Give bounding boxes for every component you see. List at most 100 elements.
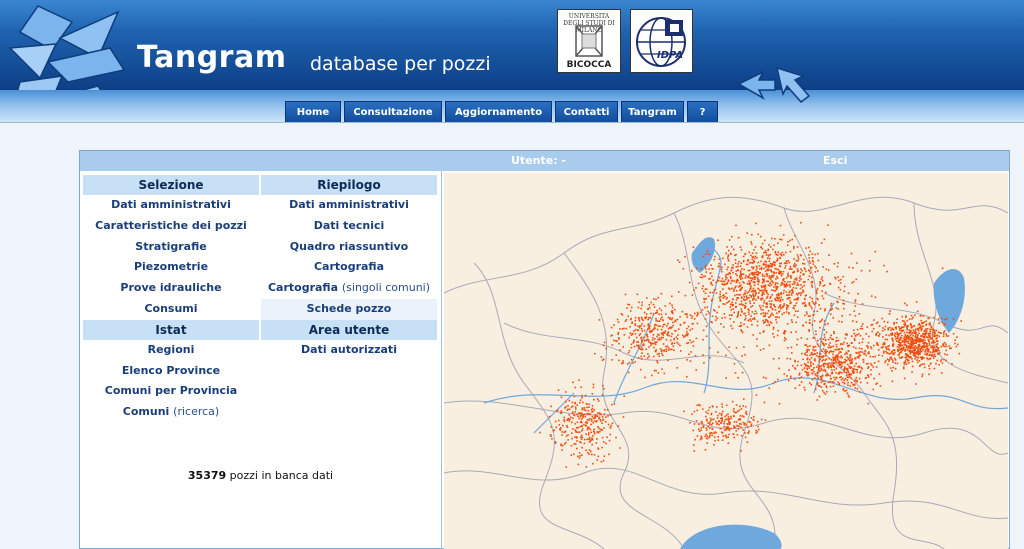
well-dot [739, 405, 741, 408]
well-dot [692, 345, 695, 347]
well-dot [646, 334, 648, 337]
nav-tangram[interactable]: Tangram [621, 101, 684, 122]
link-consumi[interactable]: Consumi [83, 299, 259, 320]
link-prove-idrauliche[interactable]: Prove idrauliche [83, 278, 259, 299]
well-dot [817, 364, 819, 367]
well-dot [926, 343, 928, 345]
link-caratteristiche-pozzi[interactable]: Caratteristiche dei pozzi [83, 216, 259, 237]
well-dot [762, 309, 764, 311]
well-dot [797, 360, 799, 363]
link-quadro-riassuntivo[interactable]: Quadro riassuntivo [261, 237, 437, 258]
well-dot [738, 425, 740, 428]
well-dot [762, 285, 765, 287]
well-dot [837, 286, 840, 289]
well-dot [913, 349, 915, 351]
well-dot [945, 333, 947, 335]
well-dot [562, 444, 564, 447]
link-stratigrafie[interactable]: Stratigrafie [83, 237, 259, 258]
well-dot [757, 261, 759, 264]
well-dot [766, 312, 769, 315]
well-dot [655, 369, 657, 372]
well-dot [655, 298, 657, 301]
link-elenco-province[interactable]: Elenco Province [83, 361, 259, 382]
nav-aggiornamento[interactable]: Aggiornamento [445, 101, 552, 122]
well-dot [858, 354, 860, 356]
well-dot [750, 241, 752, 243]
well-dot [877, 349, 880, 351]
well-dot [888, 359, 891, 361]
well-dot [872, 366, 874, 368]
well-dot [641, 330, 643, 332]
well-dot [744, 436, 747, 439]
well-dot [828, 254, 830, 256]
well-dot [932, 331, 934, 334]
link-dati-tecnici[interactable]: Dati tecnici [261, 216, 437, 237]
well-dot [706, 420, 708, 422]
well-dot [607, 409, 609, 411]
well-dot [585, 402, 588, 405]
well-dot [767, 321, 769, 323]
well-dot [663, 349, 666, 351]
well-dot [942, 335, 945, 338]
well-dot [613, 403, 616, 405]
well-dot [766, 257, 769, 259]
well-dot [744, 312, 746, 315]
link-piezometrie[interactable]: Piezometrie [83, 257, 259, 278]
link-regioni[interactable]: Regioni [83, 340, 259, 361]
well-dot [742, 405, 744, 407]
well-dot [711, 275, 713, 278]
well-dot [872, 388, 875, 391]
link-riepilogo-dati-amministrativi[interactable]: Dati amministrativi [261, 195, 437, 216]
idpa-logo[interactable]: IDPA [630, 9, 693, 73]
well-dot [739, 415, 742, 417]
well-dot [714, 255, 716, 258]
well-dot [723, 422, 725, 425]
well-dot [816, 354, 818, 357]
well-dot [774, 309, 777, 311]
well-dot [609, 427, 612, 429]
well-dot [834, 391, 837, 393]
nav-consultazione[interactable]: Consultazione [344, 101, 442, 122]
link-cartografia[interactable]: Cartografia [261, 257, 437, 278]
link-comuni-ricerca[interactable]: Comuni (ricerca) [83, 402, 259, 423]
well-dot [770, 304, 772, 306]
well-dot [898, 326, 900, 328]
university-logo[interactable]: UNIVERSITA DEGLI STUDI DI MILANO BICOCCA [557, 9, 621, 73]
nav-home[interactable]: Home [285, 101, 341, 122]
well-dot [817, 259, 820, 262]
well-dot [746, 282, 749, 285]
nav-help[interactable]: ? [687, 101, 718, 122]
well-dot [795, 264, 797, 266]
nav-contatti[interactable]: Contatti [555, 101, 618, 122]
well-dot [841, 315, 843, 317]
well-dot [592, 421, 595, 424]
well-dot [766, 280, 768, 283]
well-dot [861, 303, 864, 305]
well-dot [742, 273, 745, 275]
well-dot [576, 413, 578, 416]
well-dot [785, 283, 788, 285]
well-dot [791, 321, 793, 323]
exit-link[interactable]: Esci [823, 154, 847, 167]
well-dot [743, 323, 745, 325]
well-dot [747, 269, 750, 272]
well-dot [743, 282, 745, 284]
well-dot [849, 367, 852, 370]
well-dot [671, 348, 673, 351]
link-comuni-per-provincia[interactable]: Comuni per Provincia [83, 381, 259, 402]
link-dati-autorizzati[interactable]: Dati autorizzati [261, 340, 437, 361]
wells-map[interactable] [444, 173, 1008, 549]
idpa-logo-text: IDPA [657, 50, 684, 61]
link-schede-pozzo[interactable]: Schede pozzo [261, 298, 437, 320]
well-dot [581, 407, 584, 409]
well-dot [725, 404, 728, 407]
link-selezione-dati-amministrativi[interactable]: Dati amministrativi [83, 195, 259, 216]
well-dot [693, 450, 696, 452]
well-dot [625, 318, 628, 321]
well-dot [758, 265, 761, 267]
well-dot [842, 361, 845, 364]
well-dot [701, 287, 704, 290]
well-dot [793, 298, 796, 301]
link-cartografia-singoli-comuni[interactable]: Cartografia (singoli comuni) [261, 278, 437, 299]
well-dot [858, 352, 860, 354]
